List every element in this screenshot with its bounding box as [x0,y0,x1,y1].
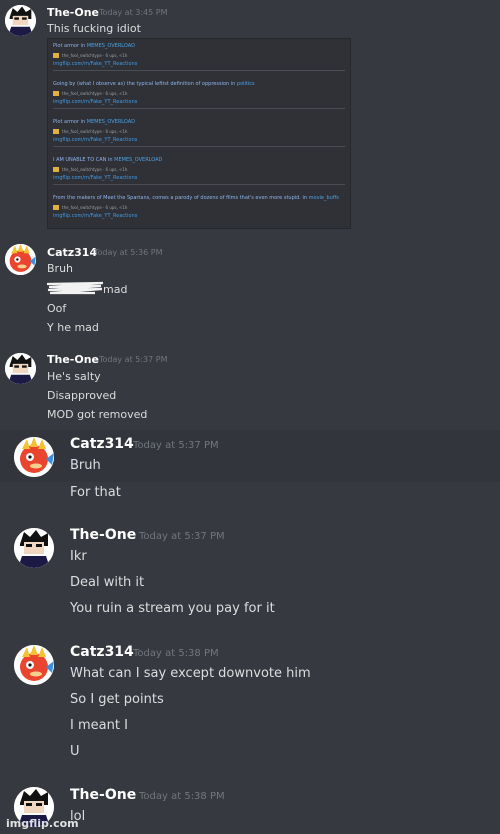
message-text: So I get points [70,692,164,707]
embed-meta: the_fool_switchtype · 6 ups, <1h [62,53,128,58]
fire-icon [53,167,59,172]
embed-title[interactable]: Plot armor [53,43,79,49]
embed-title[interactable]: I AM UNABLE TO CAN [53,157,106,163]
username[interactable]: The-One [70,787,136,803]
embed-title[interactable]: From the makers of Meet the Spartans, co… [53,195,301,201]
embed-in: in [230,81,236,87]
divider [53,108,345,109]
message-text: Oof [47,302,67,315]
divider [53,184,345,185]
embed-in: in [108,157,113,163]
embed-link[interactable]: imgflip.com/m/Fake_YT_Reactions [53,213,137,219]
message-text: I meant I [70,718,128,733]
user-avatar[interactable] [5,353,36,384]
message-text: mad [103,283,128,296]
embed-meta: the_fool_switchtype · 6 ups, <1h [62,91,128,96]
divider [53,146,345,147]
username[interactable]: Catz314 [70,436,134,452]
embed-in: in [302,195,308,201]
timestamp: Today at 3:45 PM [99,8,168,17]
timestamp: Today at 5:36 PM [94,248,163,257]
timestamp: Today at 5:38 PM [139,791,225,802]
embed-meta: the_fool_switchtype · 6 ups, <1h [62,205,128,210]
message-text: Deal with it [70,575,145,590]
user-avatar[interactable] [14,645,54,685]
user-avatar[interactable] [14,437,54,477]
embed-meta: the_fool_switchtype · 6 ups, <1h [62,129,128,134]
embed-link[interactable]: imgflip.com/m/Fake_YT_Reactions [53,137,137,143]
username[interactable]: Catz314 [47,246,97,259]
username[interactable]: The-One [70,527,136,543]
username[interactable]: Catz314 [70,644,134,660]
embed-link[interactable]: imgflip.com/m/Fake_YT_Reactions [53,99,137,105]
embed-subreddit[interactable]: politics [237,81,255,87]
username[interactable]: The-One [47,6,99,19]
user-avatar[interactable] [14,528,54,568]
message-text: MOD got removed [47,408,148,421]
watermark: imgflip.com [6,817,79,830]
embed-subreddit[interactable]: movie_buffs [309,195,339,201]
message-text: He's salty [47,370,101,383]
message-text: Bruh [47,262,74,275]
fire-icon [53,129,59,134]
embed-subreddit[interactable]: MEMES_OVERLOAD [114,157,162,163]
fire-icon [53,53,59,58]
embed-title[interactable]: Plot armor [53,119,79,125]
message-text: Bruh [70,458,101,473]
embed-in: in [80,43,86,49]
redaction-scribble [46,281,104,295]
fire-icon [53,91,59,96]
timestamp: Today at 5:37 PM [99,355,168,364]
embed-link[interactable]: imgflip.com/m/Fake_YT_Reactions [53,175,137,181]
embed-meta: the_fool_switchtype · 6 ups, <1h [62,167,128,172]
timestamp: Today at 5:37 PM [133,440,219,451]
user-avatar[interactable] [5,244,36,275]
message-text: You ruin a stream you pay for it [70,601,275,616]
timestamp: Today at 5:38 PM [133,648,219,659]
message-text: What can I say except downvote him [70,666,311,681]
message-text: U [70,744,80,759]
embed-in: in [80,119,86,125]
message-text: Disapproved [47,389,117,402]
user-avatar[interactable] [5,5,36,36]
message-text: For that [70,485,121,500]
message-text: Y he mad [47,321,99,334]
message-text: This fucking idiot [47,22,141,35]
embedded-image[interactable]: Plot armor in MEMES_OVERLOAD the_fool_sw… [47,38,351,229]
message-text: Ikr [70,549,87,564]
username[interactable]: The-One [47,353,99,366]
divider [53,70,345,71]
fire-icon [53,205,59,210]
timestamp: Today at 5:37 PM [139,531,225,542]
embed-subreddit[interactable]: MEMES_OVERLOAD [87,119,135,125]
embed-title[interactable]: Going by (what I observe as) the typical… [53,81,229,87]
embed-link[interactable]: imgflip.com/m/Fake_YT_Reactions [53,61,137,67]
embed-subreddit[interactable]: MEMES_OVERLOAD [87,43,135,49]
